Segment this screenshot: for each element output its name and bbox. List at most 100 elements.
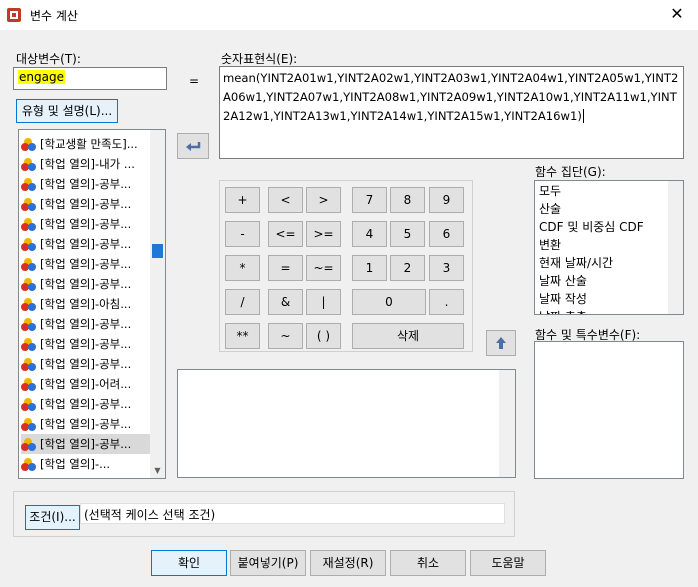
variable-name: [학업 열의]-아침... (40, 297, 132, 311)
ordinal-variable-icon (21, 257, 37, 272)
variable-list-item[interactable]: [학업 열의]-공부... (21, 414, 151, 434)
variable-list-item[interactable]: [학업 열의]-공부... (21, 254, 151, 274)
ordinal-variable-icon (21, 177, 37, 192)
function-description-box (177, 369, 516, 478)
function-group-item[interactable]: CDF 및 비중심 CDF (539, 218, 644, 235)
target-variable-label: 대상변수(T): (16, 52, 81, 66)
variable-list-item[interactable]: [학업 열의]-공부... (21, 174, 151, 194)
variable-list-item[interactable]: [학업 열의]-... (21, 454, 151, 474)
key-8[interactable]: 8 (390, 187, 425, 213)
key-equal[interactable]: = (268, 255, 303, 281)
variable-list-item[interactable]: [학업 열의]-공부... (21, 214, 151, 234)
if-condition-button[interactable]: 조건(I)... (25, 505, 80, 530)
key-0[interactable]: 0 (352, 289, 426, 315)
key-greater-than[interactable]: > (306, 187, 341, 213)
ordinal-variable-icon (21, 137, 37, 152)
variable-list-item[interactable]: [학업 열의]-공부... (21, 274, 151, 294)
key-multiply[interactable]: * (225, 255, 260, 281)
variable-name: [학업 열의]-공부... (40, 237, 132, 251)
ordinal-variable-icon (21, 417, 37, 432)
variable-list-item[interactable]: [학업 열의]-공부... (21, 334, 151, 354)
ordinal-variable-icon (21, 217, 37, 232)
ordinal-variable-icon (21, 157, 37, 172)
description-scrollbar[interactable] (499, 370, 515, 477)
cancel-button[interactable]: 취소 (390, 550, 466, 576)
variable-list-item[interactable]: [학업 열의]-공부... (21, 434, 151, 454)
key-6[interactable]: 6 (429, 221, 464, 247)
paste-button[interactable]: 붙여넣기(P) (230, 550, 306, 576)
variable-name: [학업 열의]-내가 ... (40, 157, 135, 171)
window-title: 변수 계산 (30, 9, 78, 23)
reset-button[interactable]: 재설정(R) (310, 550, 386, 576)
key-delete[interactable]: 삭제 (352, 323, 464, 349)
function-group-list[interactable]: 모두산술CDF 및 비중심 CDF변환현재 날짜/시간날짜 산술날짜 작성날짜 … (534, 180, 684, 315)
equals-sign: = (189, 74, 200, 88)
variable-list-scrollbar[interactable] (150, 130, 165, 478)
close-button[interactable]: ✕ (656, 0, 698, 30)
key-7[interactable]: 7 (352, 187, 387, 213)
variable-list-item[interactable]: [학업 열의]-공부... (21, 394, 151, 414)
function-group-item[interactable]: 현재 날짜/시간 (539, 254, 613, 271)
ordinal-variable-icon (21, 397, 37, 412)
ordinal-variable-icon (21, 237, 37, 252)
ordinal-variable-icon (21, 317, 37, 332)
numeric-expression-label: 숫자표현식(E): (221, 52, 298, 66)
variable-list-item[interactable]: [학업 열의]-공부... (21, 314, 151, 334)
variable-list-item[interactable]: [학교생활 만족도]... (21, 134, 151, 154)
key-1[interactable]: 1 (352, 255, 387, 281)
ok-button[interactable]: 확인 (151, 550, 227, 576)
variable-list-scroll-thumb[interactable] (152, 244, 163, 258)
help-button[interactable]: 도움말 (470, 550, 546, 576)
key-less-than[interactable]: < (268, 187, 303, 213)
function-group-item[interactable]: 날짜 작성 (539, 290, 587, 307)
variable-list-item[interactable]: [학업 열의]-아침... (21, 294, 151, 314)
key-power[interactable]: ** (225, 323, 260, 349)
key-greater-equal[interactable]: >= (306, 221, 341, 247)
key-plus[interactable]: + (225, 187, 260, 213)
variable-list-item[interactable]: [학업 열의]-공부... (21, 354, 151, 374)
variable-name: [학업 열의]-공부... (40, 337, 132, 351)
variable-name: [학업 열의]-공부... (40, 397, 132, 411)
move-variable-button[interactable] (177, 133, 209, 159)
key-3[interactable]: 3 (429, 255, 464, 281)
key-decimal[interactable]: . (429, 289, 464, 315)
variable-name: [학업 열의]-공부... (40, 357, 132, 371)
key-not[interactable]: ~ (268, 323, 303, 349)
key-9[interactable]: 9 (429, 187, 464, 213)
target-variable-input[interactable]: engage (13, 67, 167, 90)
variable-list[interactable]: [학교생활 만족도]... [학업 열의]-내가 ... [학업 열의]-공부...… (18, 129, 166, 479)
key-not-equal[interactable]: ~= (306, 255, 341, 281)
key-5[interactable]: 5 (390, 221, 425, 247)
ordinal-variable-icon (21, 377, 37, 392)
key-4[interactable]: 4 (352, 221, 387, 247)
variable-name: [학업 열의]-공부... (40, 257, 132, 271)
ordinal-variable-icon (21, 337, 37, 352)
function-group-item[interactable]: 산술 (539, 200, 561, 217)
variable-list-item[interactable]: [학업 열의]-공부... (21, 234, 151, 254)
function-group-item[interactable]: 모두 (539, 182, 561, 199)
function-group-scrollbar[interactable] (668, 181, 683, 314)
key-or[interactable]: | (306, 289, 341, 315)
variable-list-item[interactable]: [학업 열의]-어려... (21, 374, 151, 394)
key-less-equal[interactable]: <= (268, 221, 303, 247)
variable-name: [학업 열의]-어려... (40, 377, 132, 391)
key-2[interactable]: 2 (390, 255, 425, 281)
ordinal-variable-icon (21, 197, 37, 212)
key-minus[interactable]: - (225, 221, 260, 247)
key-divide[interactable]: / (225, 289, 260, 315)
variable-name: [학업 열의]-공부... (40, 177, 132, 191)
scroll-down-icon[interactable]: ▼ (150, 463, 165, 478)
target-variable-value: engage (18, 70, 65, 84)
key-parentheses[interactable]: ( ) (306, 323, 341, 349)
ordinal-variable-icon (21, 457, 37, 472)
function-group-item[interactable]: 변환 (539, 236, 561, 253)
function-group-item[interactable]: 날짜 추출 (539, 308, 587, 314)
variable-list-item[interactable]: [학업 열의]-공부... (21, 194, 151, 214)
type-and-label-button[interactable]: 유형 및 설명(L)... (16, 99, 118, 123)
key-and[interactable]: & (268, 289, 303, 315)
insert-function-button[interactable] (486, 330, 516, 356)
numeric-expression-input[interactable]: mean(YINT2A01w1,YINT2A02w1,YINT2A03w1,YI… (219, 66, 684, 159)
function-group-item[interactable]: 날짜 산술 (539, 272, 587, 289)
variable-list-item[interactable]: [학업 열의]-내가 ... (21, 154, 151, 174)
functions-and-special-variables-list[interactable] (534, 341, 684, 479)
